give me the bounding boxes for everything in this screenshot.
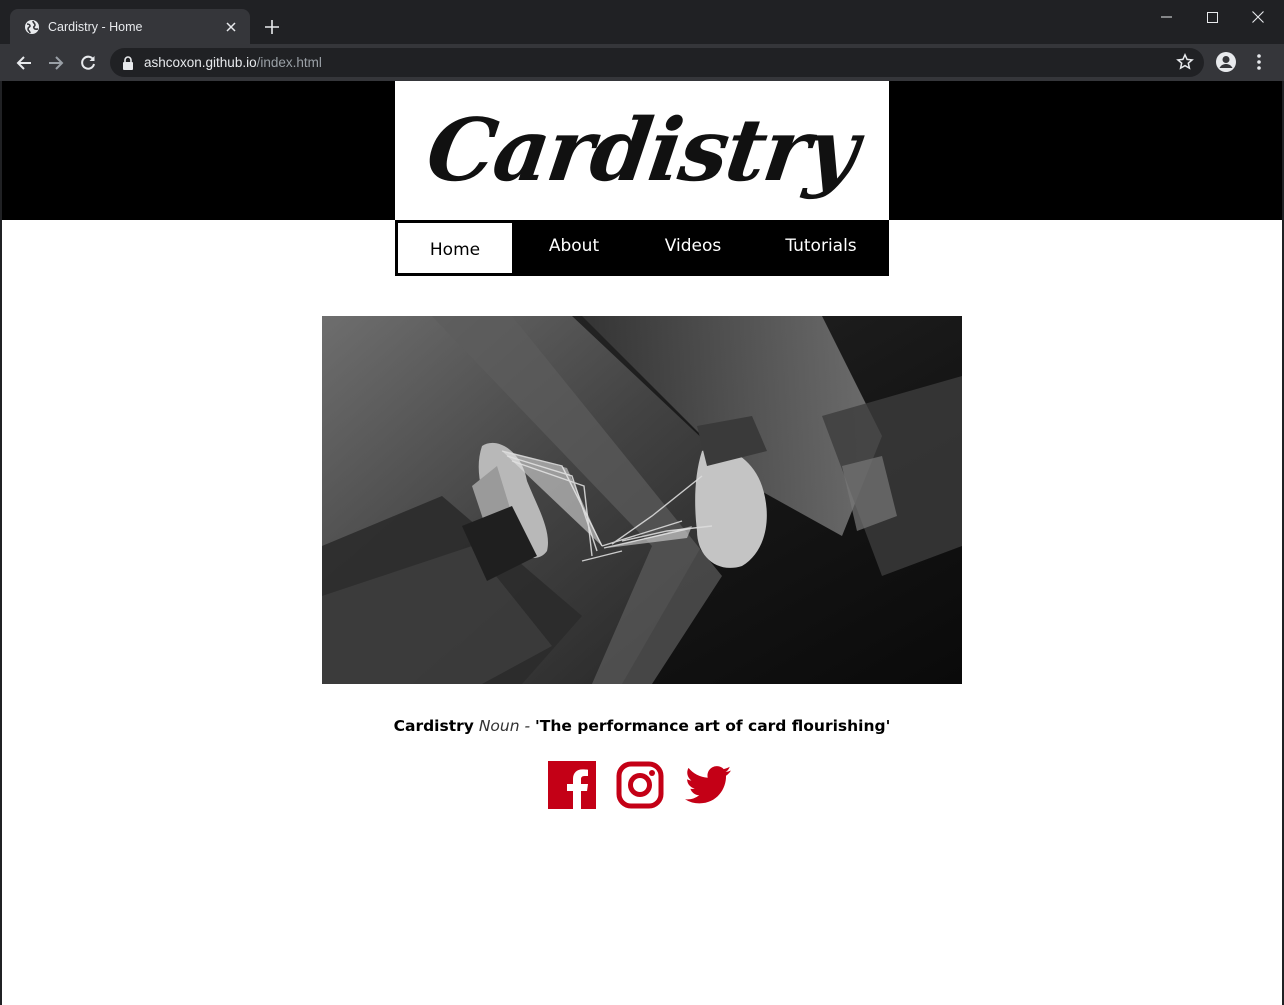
close-icon[interactable] (222, 18, 240, 36)
page-viewport: Cardistry Home About Videos Tutorials Ca… (2, 81, 1282, 1005)
url-text: ashcoxon.github.io/index.html (144, 55, 322, 70)
nav-label-about: About (548, 236, 600, 256)
tagline-term: Cardistry (393, 717, 474, 735)
profile-icon[interactable] (1215, 51, 1237, 73)
nav-item-home[interactable]: Home (395, 220, 515, 276)
main-nav: Home About Videos Tutorials (395, 220, 889, 276)
facebook-icon[interactable] (548, 761, 596, 809)
url-host: ashcoxon.github.io (144, 55, 257, 70)
minimize-icon[interactable] (1143, 6, 1189, 28)
browser-tab[interactable]: Cardistry - Home (10, 9, 250, 44)
site-logo[interactable]: Cardistry (395, 81, 889, 220)
nav-item-tutorials[interactable]: Tutorials (753, 216, 889, 276)
star-icon[interactable] (1176, 53, 1194, 71)
reload-icon[interactable] (75, 50, 101, 76)
nav-label-tutorials: Tutorials (785, 236, 857, 256)
tagline-separator: - (519, 717, 536, 735)
tab-title: Cardistry - Home (48, 19, 143, 34)
lock-icon (123, 55, 133, 70)
nav-label-videos: Videos (664, 236, 722, 256)
logo-text: Cardistry (421, 100, 863, 201)
nav-item-videos[interactable]: Videos (633, 216, 753, 276)
maximize-icon[interactable] (1189, 6, 1235, 28)
nav-item-about[interactable]: About (515, 216, 633, 276)
globe-icon (25, 19, 39, 34)
site-tagline: Cardistry Noun - 'The performance art of… (2, 717, 1282, 735)
menu-icon[interactable] (1250, 51, 1268, 73)
window-close-icon[interactable] (1235, 6, 1281, 28)
plus-icon[interactable] (260, 15, 284, 39)
nav-label-home: Home (429, 240, 481, 260)
url-path: /index.html (256, 55, 322, 70)
card-flourish-photo (322, 316, 962, 684)
social-links (548, 761, 732, 809)
browser-tabstrip: Cardistry - Home (0, 0, 1284, 44)
forward-icon[interactable] (43, 50, 69, 76)
tagline-definition: 'The performance art of card flourishing… (535, 717, 891, 735)
instagram-icon[interactable] (616, 761, 664, 809)
browser-toolbar: ashcoxon.github.io/index.html (0, 44, 1284, 81)
twitter-icon[interactable] (684, 761, 732, 809)
back-icon[interactable] (11, 50, 37, 76)
address-bar[interactable]: ashcoxon.github.io/index.html (110, 48, 1204, 77)
tagline-part-of-speech: Noun (478, 717, 520, 735)
hero-image (322, 316, 962, 684)
